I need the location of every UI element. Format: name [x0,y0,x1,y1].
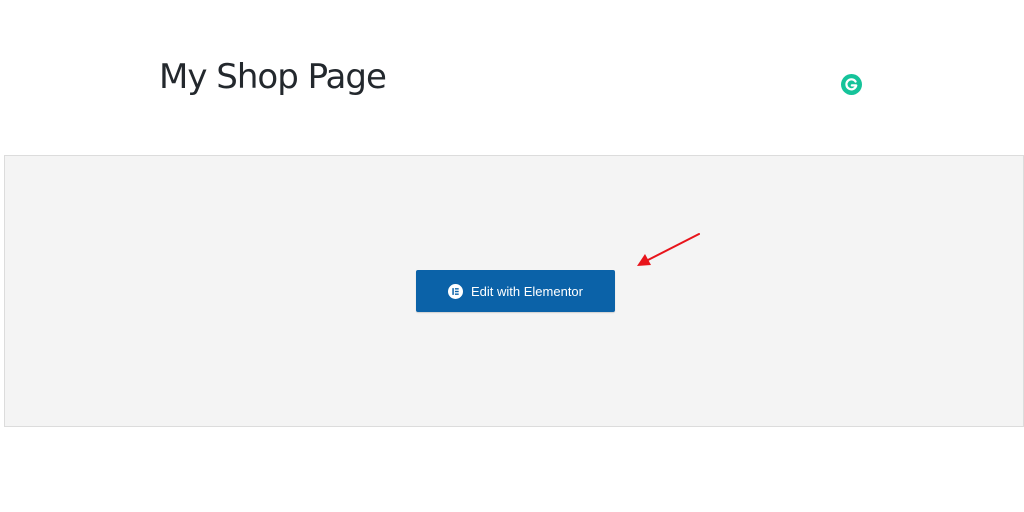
elementor-icon [448,283,463,299]
page: My Shop Page Edit with Elementor [0,0,1024,512]
edit-button-label: Edit with Elementor [471,283,583,299]
elementor-editor-area: Edit with Elementor [4,155,1024,427]
arrow-icon [637,233,700,266]
edit-with-elementor-button[interactable]: Edit with Elementor [416,270,615,312]
grammarly-icon[interactable] [841,74,862,95]
page-title: My Shop Page [159,57,387,97]
title-container: My Shop Page [159,52,387,102]
